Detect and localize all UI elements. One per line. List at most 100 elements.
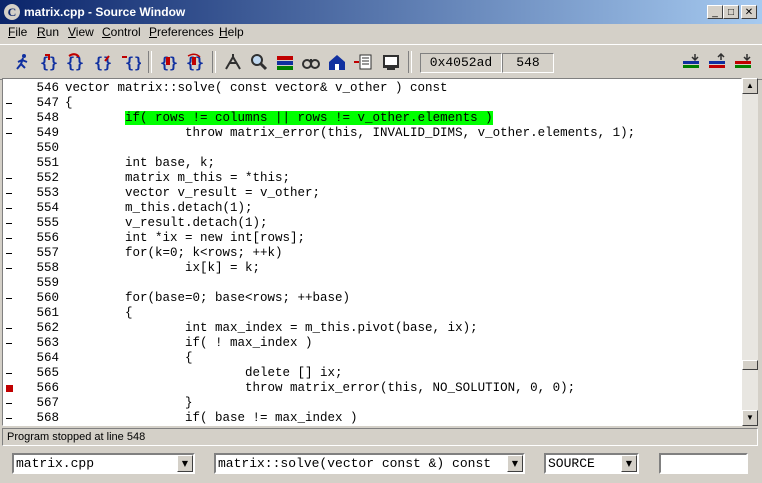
code-line[interactable]: 567 }: [3, 396, 741, 411]
line-number: 561: [36, 306, 59, 320]
step-icon[interactable]: {}: [38, 51, 60, 73]
next-icon[interactable]: {}: [64, 51, 86, 73]
code-line[interactable]: 551 int base, k;: [3, 156, 741, 171]
menu-run[interactable]: Run: [37, 25, 59, 39]
code-text: v_result.detach(1);: [65, 216, 268, 230]
minimize-button[interactable]: _: [707, 5, 723, 19]
breakpoint-gutter[interactable]: [5, 111, 13, 126]
code-line[interactable]: 560 for(base=0; base<rows; ++base): [3, 291, 741, 306]
code-line[interactable]: 550: [3, 141, 741, 156]
breakpoint-gutter[interactable]: [5, 126, 13, 141]
line-number: 551: [36, 156, 59, 170]
line-number: 547: [36, 96, 59, 110]
code-line[interactable]: 547 {: [3, 96, 741, 111]
code-line[interactable]: 559: [3, 276, 741, 291]
code-line[interactable]: 563 if( ! max_index ): [3, 336, 741, 351]
menu-label: elp: [227, 25, 244, 39]
next-asm-icon[interactable]: {}: [184, 51, 206, 73]
breakpoint-gutter[interactable]: [5, 171, 13, 186]
breakpoint-gutter[interactable]: [5, 261, 13, 276]
menu-preferences[interactable]: Preferences: [149, 25, 214, 39]
maximize-button[interactable]: □: [723, 5, 739, 19]
breakpoint-gutter[interactable]: [5, 396, 13, 411]
line-number: 548: [36, 111, 59, 125]
breakpoint-gutter[interactable]: [5, 216, 13, 231]
source-code-pane[interactable]: 546 vector matrix::solve( const vector& v…: [2, 78, 742, 426]
code-line[interactable]: 564 {: [3, 351, 741, 366]
code-line[interactable]: 565 delete [] ix;: [3, 366, 741, 381]
dropdown-arrow-icon[interactable]: ▼: [621, 455, 637, 472]
breakpoint-gutter[interactable]: [5, 321, 13, 336]
registers-icon[interactable]: [352, 51, 374, 73]
breakpoint-gutter[interactable]: [5, 96, 13, 111]
scroll-up-arrow-icon[interactable]: ▲: [742, 78, 758, 94]
finish-icon[interactable]: {}: [92, 51, 114, 73]
breakpoint-gutter[interactable]: [5, 306, 13, 321]
code-text: throw matrix_error(this, NO_SOLUTION, 0,…: [65, 381, 576, 395]
current-line-code: if( rows != columns || rows != v_other.e…: [65, 111, 493, 126]
menu-control[interactable]: Control: [102, 25, 141, 39]
scroll-down-arrow-icon[interactable]: ▼: [742, 410, 758, 426]
breakpoint-gutter[interactable]: [5, 81, 13, 96]
breakpoint-gutter[interactable]: [5, 276, 13, 291]
code-line[interactable]: 558 ix[k] = k;: [3, 261, 741, 276]
dropdown-arrow-icon[interactable]: ▼: [177, 455, 193, 472]
code-line[interactable]: 562 int max_index = m_this.pivot(base, i…: [3, 321, 741, 336]
search-icon[interactable]: [248, 51, 270, 73]
code-line[interactable]: 566 throw matrix_error(this, NO_SOLUTION…: [3, 381, 741, 396]
code-line[interactable]: 546 vector matrix::solve( const vector& v…: [3, 81, 741, 96]
breakpoint-gutter[interactable]: [5, 366, 13, 381]
code-line[interactable]: 548 if( rows != columns || rows != v_oth…: [3, 111, 741, 126]
function-selector-value: matrix::solve(vector const &) const: [218, 456, 492, 471]
code-line[interactable]: 561 {: [3, 306, 741, 321]
svg-text:{}: {}: [66, 54, 84, 71]
watch-icon[interactable]: [300, 51, 322, 73]
breakpoint-gutter[interactable]: [5, 351, 13, 366]
stop-icon[interactable]: [222, 51, 244, 73]
search-input[interactable]: [659, 453, 748, 474]
frame-bottom-icon[interactable]: [732, 51, 754, 73]
frame-down-icon[interactable]: [680, 51, 702, 73]
code-line[interactable]: 568 if( base != max_index ): [3, 411, 741, 425]
code-line[interactable]: 552 matrix m_this = *this;: [3, 171, 741, 186]
breakpoint-gutter[interactable]: [5, 336, 13, 351]
menu-file[interactable]: File: [8, 25, 27, 39]
continue-icon[interactable]: {}: [120, 51, 142, 73]
vertical-scrollbar[interactable]: ▲ ▼: [742, 78, 758, 426]
run-icon[interactable]: [12, 51, 34, 73]
breakpoint-gutter[interactable]: [5, 231, 13, 246]
file-selector[interactable]: matrix.cpp ▼: [12, 453, 195, 474]
breakpoint-gutter[interactable]: [5, 201, 13, 216]
line-number: 557: [36, 246, 59, 260]
line-number: 565: [36, 366, 59, 380]
code-line[interactable]: 557 for(k=0; k<rows; ++k): [3, 246, 741, 261]
stack-icon[interactable]: [274, 51, 296, 73]
console-icon[interactable]: [380, 51, 402, 73]
breakpoint-gutter[interactable]: [5, 411, 13, 425]
code-text: int base, k;: [65, 156, 216, 170]
close-button[interactable]: ✕: [741, 5, 757, 19]
code-text: m_this.detach(1);: [65, 201, 253, 215]
title-bar[interactable]: C matrix.cpp - Source Window _ □ ✕: [0, 0, 762, 24]
code-line[interactable]: 556 int *ix = new int[rows];: [3, 231, 741, 246]
locals-icon[interactable]: [326, 51, 348, 73]
breakpoint-gutter[interactable]: [5, 246, 13, 261]
function-selector[interactable]: matrix::solve(vector const &) const ▼: [214, 453, 525, 474]
code-text: {: [65, 306, 133, 320]
code-line[interactable]: 555 v_result.detach(1);: [3, 216, 741, 231]
breakpoint-gutter[interactable]: [5, 186, 13, 201]
menu-help[interactable]: Help: [219, 25, 244, 39]
menu-view[interactable]: View: [68, 25, 94, 39]
breakpoint-gutter[interactable]: [5, 291, 13, 306]
breakpoint-marker-icon[interactable]: [5, 381, 13, 396]
step-asm-icon[interactable]: {}: [158, 51, 180, 73]
breakpoint-gutter[interactable]: [5, 156, 13, 171]
code-line[interactable]: 554 m_this.detach(1);: [3, 201, 741, 216]
dropdown-arrow-icon[interactable]: ▼: [507, 455, 523, 472]
code-line[interactable]: 553 vector v_result = v_other;: [3, 186, 741, 201]
scroll-thumb[interactable]: [742, 360, 758, 370]
view-mode-selector[interactable]: SOURCE ▼: [544, 453, 639, 474]
code-line[interactable]: 549 throw matrix_error(this, INVALID_DIM…: [3, 126, 741, 141]
breakpoint-gutter[interactable]: [5, 141, 13, 156]
frame-up-icon[interactable]: [706, 51, 728, 73]
